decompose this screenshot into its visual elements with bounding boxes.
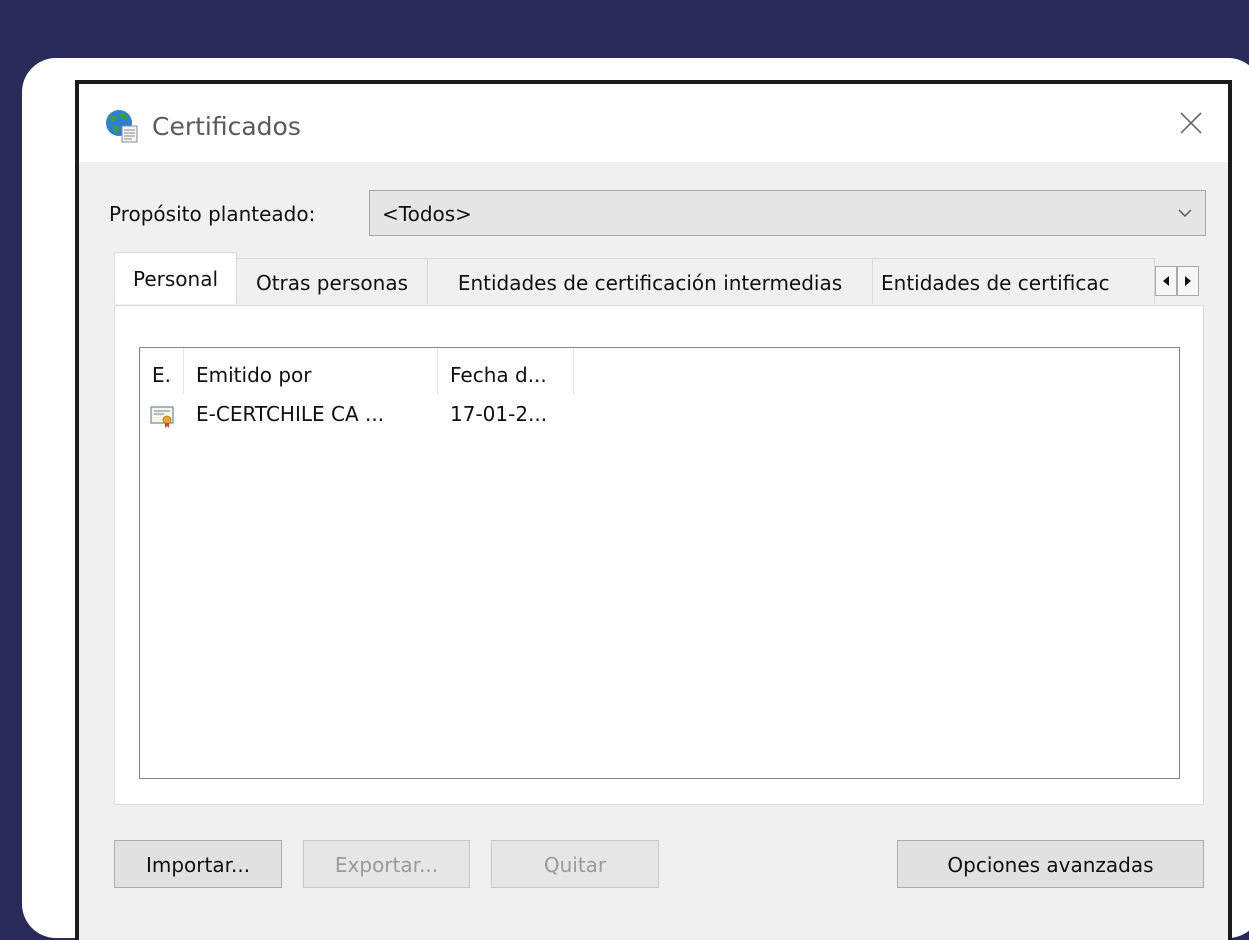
export-button[interactable]: Exportar... xyxy=(303,840,470,888)
remove-button[interactable]: Quitar xyxy=(491,840,659,888)
tab-label: Entidades de certificación intermedias xyxy=(457,271,843,295)
column-header-issued-by[interactable]: Emitido por xyxy=(184,348,438,394)
cell-issued-by: E-CERTCHILE CA ... xyxy=(196,402,385,426)
column-header-status[interactable]: E. xyxy=(140,348,184,394)
certificate-icon xyxy=(150,406,174,428)
tab-label: Entidades de certificac xyxy=(881,271,1110,295)
tab-otras-personas[interactable]: Otras personas xyxy=(236,258,428,304)
purpose-selected-value: <Todos> xyxy=(382,202,472,226)
certificates-dialog: Certificados Propósito planteado: <Todos… xyxy=(75,80,1232,940)
purpose-dropdown[interactable]: <Todos> xyxy=(369,190,1206,236)
tab-label: Personal xyxy=(132,267,219,291)
tab-label: Otras personas xyxy=(255,271,409,295)
column-label: Emitido por xyxy=(196,363,312,387)
certificate-list[interactable]: E. Emitido por Fecha d... E-CERTCHILE CA… xyxy=(139,347,1180,779)
tab-scroll-left-button[interactable] xyxy=(1155,266,1177,296)
close-icon[interactable] xyxy=(1176,108,1206,138)
tab-personal[interactable]: Personal xyxy=(114,252,237,304)
window-title: Certificados xyxy=(152,112,301,141)
column-label: Fecha d... xyxy=(450,363,547,387)
advanced-options-button[interactable]: Opciones avanzadas xyxy=(897,840,1204,888)
tab-scroll-right-button[interactable] xyxy=(1177,266,1199,296)
column-header-date[interactable]: Fecha d... xyxy=(438,348,574,394)
title-bar: Certificados xyxy=(79,84,1228,162)
arrow-left-icon xyxy=(1163,276,1169,286)
tab-entidades-intermedias[interactable]: Entidades de certificación intermedias xyxy=(427,258,873,304)
globe-certificate-icon xyxy=(106,110,138,143)
purpose-label: Propósito planteado: xyxy=(109,202,316,226)
list-item[interactable]: E-CERTCHILE CA ... 17-01-2... xyxy=(140,402,1179,432)
cell-date: 17-01-2... xyxy=(450,402,548,426)
chevron-down-icon xyxy=(1178,209,1192,217)
column-label: E. xyxy=(152,363,171,387)
tab-panel-personal: E. Emitido por Fecha d... E-CERTCHILE CA… xyxy=(114,305,1204,805)
arrow-right-icon xyxy=(1185,276,1191,286)
import-button[interactable]: Importar... xyxy=(114,840,282,888)
tab-entidades-raiz[interactable]: Entidades de certificac xyxy=(872,258,1155,304)
